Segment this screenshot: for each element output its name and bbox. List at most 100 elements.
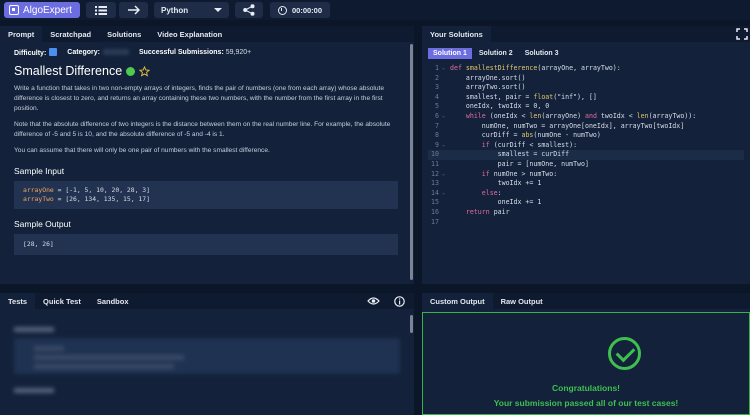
- code-line[interactable]: 5 oneIdx, twoIdx = 0, 0: [428, 102, 744, 112]
- category-label: Category:: [67, 48, 100, 56]
- chevron-down-icon: [214, 8, 222, 12]
- prompt-paragraph-1: Write a function that takes in two non-e…: [14, 85, 385, 112]
- tab-solution-3[interactable]: Solution 3: [520, 48, 564, 59]
- line-number: 8: [435, 131, 439, 140]
- code-text: smallest = curDiff: [450, 150, 570, 159]
- code-line[interactable]: 15 oneIdx += 1: [428, 198, 744, 208]
- fold-chevron-icon: [442, 131, 450, 141]
- code-line[interactable]: 6 ⌄ while (oneIdx < len(arrayOne) and two…: [428, 112, 744, 122]
- tab-prompt[interactable]: Prompt: [0, 26, 43, 42]
- prompt-scrollbar[interactable]: [410, 44, 413, 280]
- share-button[interactable]: [235, 2, 263, 18]
- code-line[interactable]: 1 ⌄ def smallestDifference(arrayOne, array…: [428, 64, 744, 74]
- line-number: 9: [435, 140, 439, 149]
- code-text: if numOne > numTwo:: [481, 169, 558, 178]
- fold-chevron-icon[interactable]: ⌄: [442, 170, 450, 180]
- prompt-paragraph-3: You can assume that there will only be o…: [14, 147, 270, 154]
- fold-chevron-icon[interactable]: ⌄: [442, 64, 450, 74]
- tab-raw-output[interactable]: Raw Output: [493, 293, 551, 309]
- tab-your-solutions[interactable]: Your Solutions: [422, 26, 491, 42]
- sample-output-box: [28, 26]: [14, 234, 398, 255]
- prompt-paragraph-2: Note that the absolute difference of two…: [14, 121, 391, 138]
- blurred-test-cases: [14, 323, 400, 397]
- code-line[interactable]: 9 ⌄ if (curDiff < smallest):: [428, 141, 744, 151]
- submissions-value: 59,920+: [225, 48, 252, 56]
- code-line[interactable]: 16 return pair: [428, 208, 744, 218]
- tab-quick-test[interactable]: Quick Test: [35, 293, 89, 309]
- congratulations-text: Congratulations!: [552, 383, 620, 393]
- code-line[interactable]: 10 smallest = curDiff: [428, 150, 744, 160]
- tab-custom-output[interactable]: Custom Output: [422, 293, 493, 309]
- stopwatch-icon: [277, 5, 287, 15]
- tab-solution-2[interactable]: Solution 2: [474, 48, 518, 59]
- code-text: if (curDiff < smallest):: [481, 140, 578, 149]
- line-number: 6: [435, 111, 439, 120]
- line-number: 7: [435, 121, 439, 130]
- code-text: while (oneIdx < len(arrayOne) and twoIdx…: [465, 111, 697, 120]
- timer-button[interactable]: 00:00:00: [270, 2, 330, 18]
- code-line[interactable]: 12 ⌄ if numOne > numTwo:: [428, 170, 744, 180]
- code-line[interactable]: 8 curDiff = abs(numOne - numTwo): [428, 131, 744, 141]
- star-icon[interactable]: [139, 65, 151, 77]
- prompt-tab-bar: Prompt Scratchpad Solutions Video Explan…: [0, 26, 414, 42]
- code-line[interactable]: 17: [428, 218, 744, 228]
- fold-chevron-icon: [442, 160, 450, 170]
- code-text: def smallestDifference(arrayOne, arrayTw…: [450, 64, 621, 72]
- code-line[interactable]: 11 pair = [numOne, numTwo]: [428, 160, 744, 170]
- algoexpert-logo-button[interactable]: AlgoExpert: [4, 2, 80, 18]
- tab-video-explanation[interactable]: Video Explanation: [149, 26, 230, 42]
- top-bar: AlgoExpert Python 00:00:00: [0, 0, 750, 20]
- solution-tabs: Solution 1 Solution 2 Solution 3: [428, 48, 564, 59]
- menu-button[interactable]: [86, 2, 116, 18]
- code-line[interactable]: 14 ⌄ else:: [428, 189, 744, 199]
- code-line[interactable]: 7 numOne, numTwo = arrayOne[oneIdx], arr…: [428, 122, 744, 132]
- tab-scratchpad[interactable]: Scratchpad: [42, 26, 99, 42]
- tests-passed-text: Your submission passed all of our test c…: [493, 398, 679, 408]
- fold-chevron-icon: [442, 74, 450, 84]
- code-editor[interactable]: 1 ⌄ def smallestDifference(arrayOne, array…: [428, 64, 744, 227]
- fold-chevron-icon: [442, 150, 450, 160]
- code-line[interactable]: 4 smallest, pair = float("inf"), []: [428, 93, 744, 103]
- code-line[interactable]: 2 arrayOne.sort(): [428, 74, 744, 84]
- code-text: pair = [numOne, numTwo]: [450, 159, 589, 168]
- code-line[interactable]: 13 twoIdx += 1: [428, 179, 744, 189]
- code-line[interactable]: 3 arrayTwo.sort(): [428, 83, 744, 93]
- code-text: curDiff = abs(numOne - numTwo): [450, 131, 601, 140]
- logo-icon: [9, 5, 19, 15]
- code-text: return pair: [465, 207, 510, 216]
- fold-chevron-icon[interactable]: ⌄: [442, 141, 450, 151]
- share-icon: [243, 4, 255, 16]
- fold-chevron-icon[interactable]: ⌄: [442, 189, 450, 199]
- logo-text: AlgoExpert: [23, 4, 72, 16]
- submissions-label: Successful Submissions:: [138, 48, 224, 56]
- fold-chevron-icon: [442, 93, 450, 103]
- line-number: 4: [435, 92, 439, 101]
- arrow-right-icon: [127, 5, 140, 15]
- submissions: Successful Submissions: 59,920+: [139, 49, 251, 56]
- next-question-button[interactable]: [119, 2, 148, 18]
- fold-chevron-icon: [442, 102, 450, 112]
- tab-sandbox[interactable]: Sandbox: [89, 293, 137, 309]
- code-text: arrayOne.sort(): [450, 73, 526, 82]
- line-number: 12: [431, 169, 439, 178]
- sample-input-line: arrayOne = [-1, 5, 10, 20, 28, 3]: [23, 186, 389, 195]
- language-select[interactable]: Python: [154, 2, 229, 18]
- fold-chevron-icon: [442, 179, 450, 189]
- line-number: 2: [435, 73, 439, 82]
- tab-solution-1[interactable]: Solution 1: [428, 48, 472, 59]
- difficulty-icon: [49, 47, 58, 56]
- tests-scrollbar[interactable]: [410, 315, 413, 333]
- fold-chevron-icon: [442, 218, 450, 228]
- output-panel: Custom Output Raw Output: [422, 293, 750, 313]
- tab-solutions[interactable]: Solutions: [99, 26, 149, 42]
- info-icon[interactable]: [394, 296, 405, 307]
- fold-chevron-icon[interactable]: ⌄: [442, 112, 450, 122]
- sample-input-box: arrayOne = [-1, 5, 10, 20, 28, 3] arrayT…: [14, 181, 398, 209]
- fold-chevron-icon: [442, 122, 450, 132]
- category: Category:: [67, 49, 129, 56]
- tab-tests[interactable]: Tests: [0, 293, 36, 309]
- eye-icon[interactable]: [367, 296, 380, 306]
- sample-input-heading: Sample Input: [14, 166, 65, 176]
- prompt-panel: Prompt Scratchpad Solutions Video Explan…: [0, 26, 414, 284]
- fullscreen-icon[interactable]: [736, 28, 748, 40]
